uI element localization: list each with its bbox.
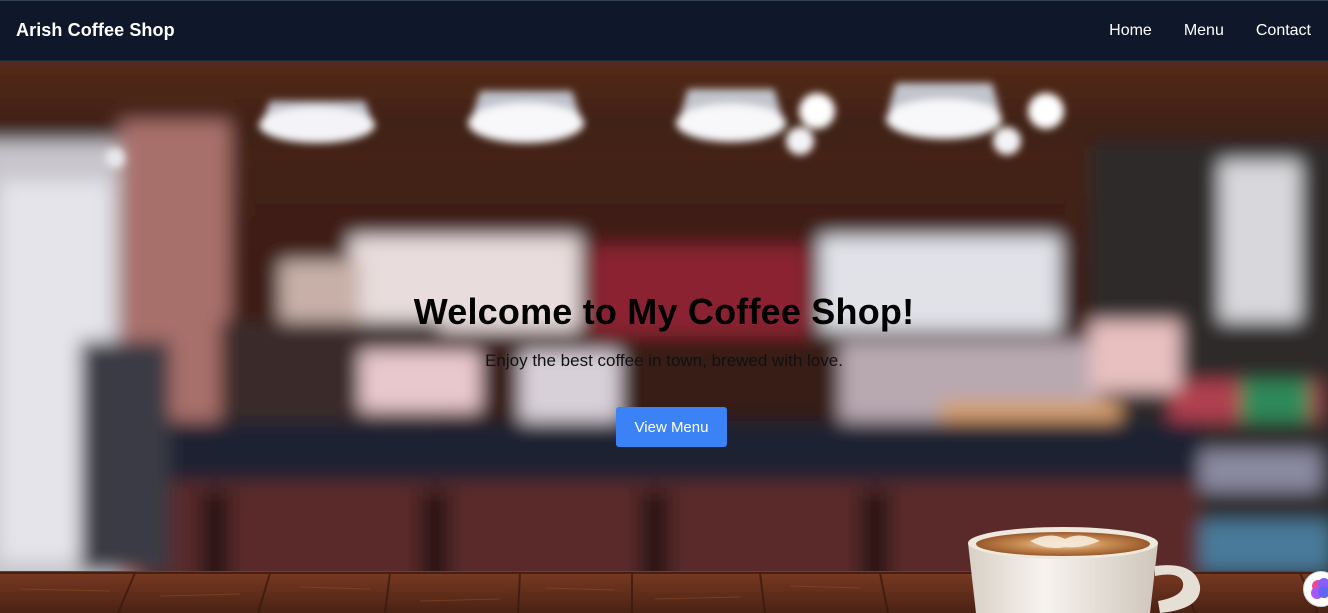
- nav-link-contact[interactable]: Contact: [1256, 22, 1311, 40]
- hero-title: Welcome to My Coffee Shop!: [413, 291, 915, 332]
- navbar: Arish Coffee Shop Home Menu Contact: [0, 0, 1328, 61]
- coffee-shop-scene: [0, 61, 1328, 613]
- view-menu-button[interactable]: View Menu: [616, 407, 727, 447]
- brain-icon: [1311, 578, 1328, 599]
- hero-section: Welcome to My Coffee Shop! Enjoy the bes…: [0, 61, 1328, 613]
- nav-link-home[interactable]: Home: [1109, 22, 1152, 40]
- nav-links: Home Menu Contact: [1077, 22, 1311, 40]
- brand-logo-text[interactable]: Arish Coffee Shop: [16, 20, 175, 41]
- hero-background-image: [0, 61, 1328, 613]
- hero-subtitle: Enjoy the best coffee in town, brewed wi…: [485, 351, 843, 370]
- nav-link-menu[interactable]: Menu: [1184, 22, 1224, 40]
